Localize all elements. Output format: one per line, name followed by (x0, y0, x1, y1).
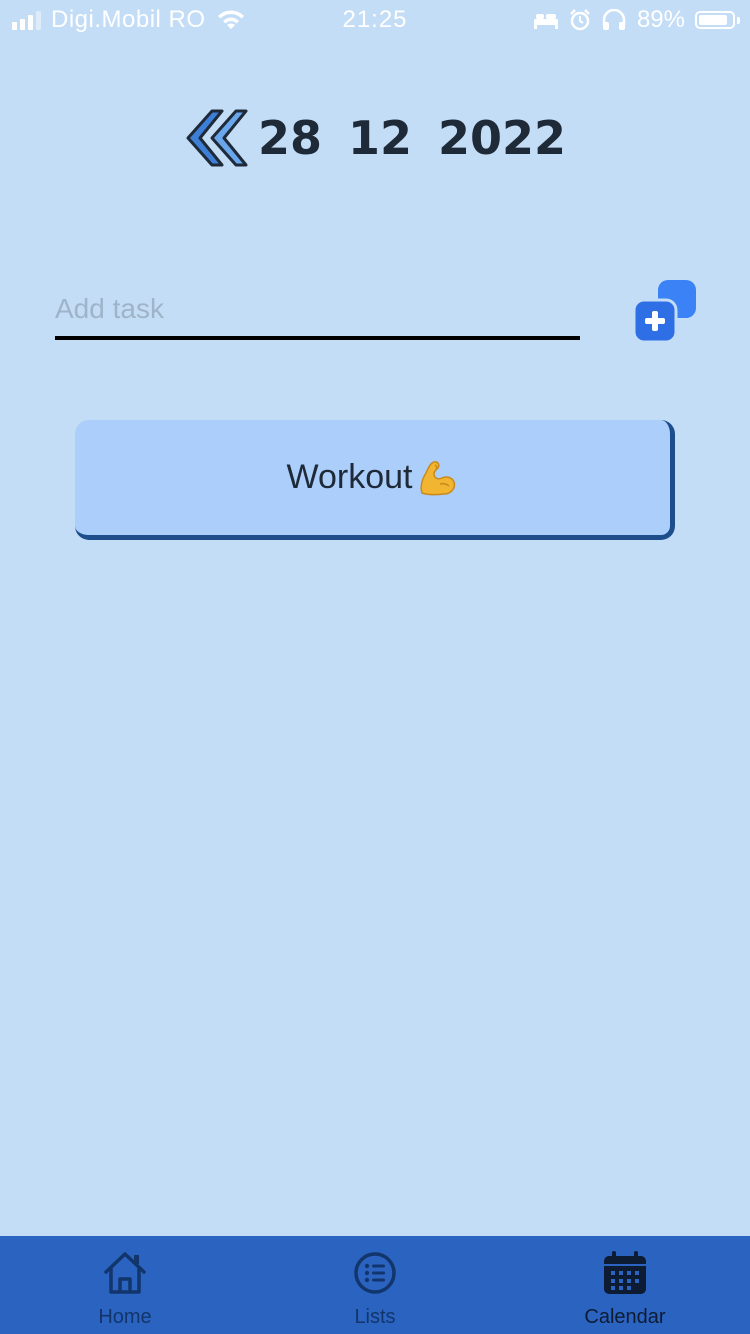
task-card[interactable]: Workout (75, 420, 675, 540)
battery-fill (699, 15, 727, 25)
tab-bar: Home Lists Calendar (0, 1236, 750, 1334)
home-icon (101, 1250, 149, 1296)
tab-home[interactable]: Home (0, 1236, 250, 1334)
tab-lists[interactable]: Lists (250, 1236, 500, 1334)
flexed-biceps-icon (416, 457, 458, 499)
date-year: 2022 (438, 111, 567, 165)
tab-calendar[interactable]: Calendar (500, 1236, 750, 1334)
list-icon (352, 1250, 398, 1296)
alarm-icon (569, 9, 591, 31)
add-task-input[interactable] (55, 282, 580, 336)
add-task-button[interactable] (632, 278, 698, 344)
tab-calendar-label: Calendar (584, 1306, 666, 1328)
date-header: 28 12 2022 (0, 105, 750, 171)
battery-tip (737, 16, 740, 24)
headphones-icon (601, 9, 627, 31)
bed-icon (533, 10, 559, 30)
date-month: 12 (347, 111, 412, 165)
tab-lists-label: Lists (354, 1306, 396, 1328)
calendar-icon (602, 1250, 648, 1296)
task-input-field (55, 282, 580, 340)
add-task-icon (632, 280, 696, 344)
task-label: Workout (286, 458, 413, 496)
double-chevron-left-icon[interactable] (184, 105, 250, 171)
status-bar: Digi.Mobil RO 21:25 89% (0, 0, 750, 40)
tab-home-label: Home (98, 1306, 152, 1328)
status-right: 89% (533, 6, 740, 34)
battery-percent: 89% (636, 6, 685, 33)
battery-icon (695, 11, 735, 29)
date-day: 28 (257, 111, 322, 165)
